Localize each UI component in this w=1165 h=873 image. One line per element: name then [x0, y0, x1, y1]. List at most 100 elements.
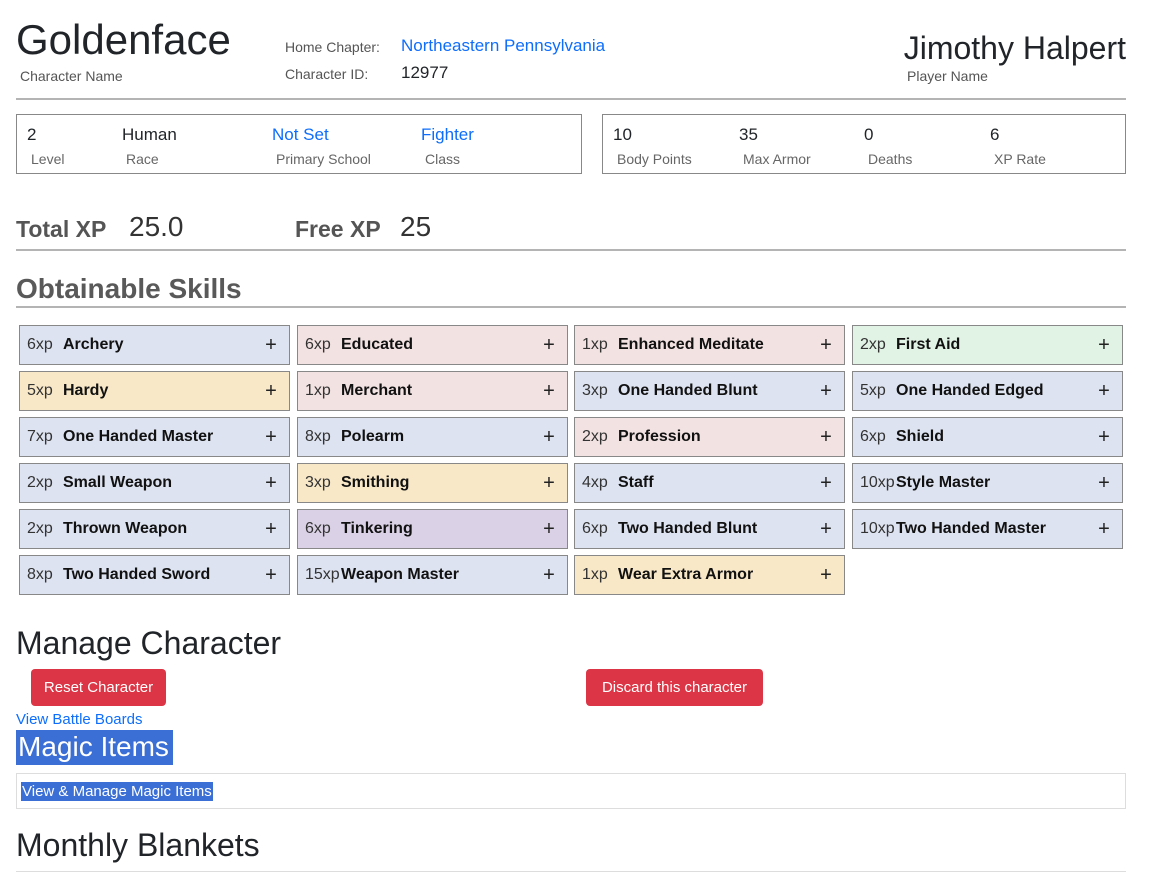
monthly-blankets-heading: Monthly Blankets — [16, 827, 260, 863]
skill-shield[interactable]: 6xp Shield + — [852, 417, 1123, 457]
plus-icon[interactable]: + — [1094, 334, 1114, 357]
plus-icon[interactable]: + — [261, 472, 281, 495]
skill-name: Polearm — [341, 428, 405, 445]
skill-hardy[interactable]: 5xp Hardy + — [19, 371, 290, 411]
plus-icon[interactable]: + — [1094, 472, 1114, 495]
plus-icon[interactable]: + — [816, 564, 836, 587]
plus-icon[interactable]: + — [1094, 518, 1114, 541]
skill-two-handed-master[interactable]: 10xp Two Handed Master + — [852, 509, 1123, 549]
class-label: Class — [425, 151, 461, 167]
deaths-value: 0 — [864, 125, 874, 144]
skill-name: One Handed Master — [63, 428, 214, 445]
skill-educated[interactable]: 6xp Educated + — [297, 325, 568, 365]
skill-cost: 6xp — [305, 520, 331, 537]
skill-cost: 2xp — [27, 520, 53, 537]
skill-cost: 6xp — [27, 336, 53, 353]
plus-icon[interactable]: + — [1094, 380, 1114, 403]
manage-character-heading: Manage Character — [16, 625, 282, 661]
skill-name: Hardy — [63, 382, 109, 399]
skill-style-master[interactable]: 10xp Style Master + — [852, 463, 1123, 503]
skill-cost: 5xp — [860, 382, 886, 399]
skill-cost: 3xp — [582, 382, 608, 399]
body-points-value: 10 — [613, 125, 632, 144]
player-name-label: Player Name — [907, 68, 988, 84]
home-chapter-label: Home Chapter: — [285, 39, 380, 55]
character-name-label: Character Name — [20, 68, 123, 84]
free-xp-value: 25 — [400, 211, 432, 242]
plus-icon[interactable]: + — [816, 472, 836, 495]
skill-polearm[interactable]: 8xp Polearm + — [297, 417, 568, 457]
plus-icon[interactable]: + — [816, 426, 836, 449]
skill-smithing[interactable]: 3xp Smithing + — [297, 463, 568, 503]
view-manage-magic-items-link[interactable]: View & Manage Magic Items — [21, 782, 213, 801]
skill-cost: 6xp — [305, 336, 331, 353]
skill-first-aid[interactable]: 2xp First Aid + — [852, 325, 1123, 365]
home-chapter-link[interactable]: Northeastern Pennsylvania — [401, 36, 605, 56]
level-value: 2 — [27, 125, 37, 144]
plus-icon[interactable]: + — [539, 564, 559, 587]
plus-icon[interactable]: + — [816, 334, 836, 357]
combat-stats-box: 10 Body Points 35 Max Armor 0 Deaths 6 X… — [602, 114, 1126, 174]
primary-school-link[interactable]: Not Set — [272, 125, 329, 145]
skill-name: First Aid — [896, 336, 961, 353]
obtainable-skills-heading: Obtainable Skills — [16, 273, 242, 304]
skill-wear-extra-armor[interactable]: 1xp Wear Extra Armor + — [574, 555, 845, 595]
character-stats-box: 2 Level Human Race Not Set Primary Schoo… — [16, 114, 582, 174]
skill-two-handed-blunt[interactable]: 6xp Two Handed Blunt + — [574, 509, 845, 549]
class-link[interactable]: Fighter — [421, 125, 474, 145]
plus-icon[interactable]: + — [261, 426, 281, 449]
character-id-value: 12977 — [401, 63, 449, 82]
view-battle-boards-link[interactable]: View Battle Boards — [16, 711, 142, 728]
skill-thrown-weapon[interactable]: 2xp Thrown Weapon + — [19, 509, 290, 549]
skill-name: Weapon Master — [341, 566, 459, 583]
skill-enhanced-meditate[interactable]: 1xp Enhanced Meditate + — [574, 325, 845, 365]
plus-icon[interactable]: + — [261, 518, 281, 541]
skill-merchant[interactable]: 1xp Merchant + — [297, 371, 568, 411]
skill-weapon-master[interactable]: 15xp Weapon Master + — [297, 555, 568, 595]
skill-name: Wear Extra Armor — [618, 566, 754, 583]
plus-icon[interactable]: + — [261, 380, 281, 403]
skill-one-handed-blunt[interactable]: 3xp One Handed Blunt + — [574, 371, 845, 411]
plus-icon[interactable]: + — [539, 472, 559, 495]
plus-icon[interactable]: + — [816, 518, 836, 541]
skill-tinkering[interactable]: 6xp Tinkering + — [297, 509, 568, 549]
skill-archery[interactable]: 6xp Archery + — [19, 325, 290, 365]
plus-icon[interactable]: + — [539, 380, 559, 403]
skill-name: One Handed Edged — [896, 382, 1044, 399]
skill-cost: 8xp — [27, 566, 53, 583]
skill-cost: 1xp — [582, 336, 608, 353]
plus-icon[interactable]: + — [1094, 426, 1114, 449]
skill-one-handed-edged[interactable]: 5xp One Handed Edged + — [852, 371, 1123, 411]
skill-name: Profession — [618, 428, 701, 445]
header-divider — [16, 98, 1126, 100]
skill-cost: 10xp — [860, 474, 895, 491]
skill-cost: 1xp — [582, 566, 608, 583]
skill-staff[interactable]: 4xp Staff + — [574, 463, 845, 503]
plus-icon[interactable]: + — [261, 564, 281, 587]
magic-items-heading: Magic Items — [16, 730, 173, 765]
skill-two-handed-sword[interactable]: 8xp Two Handed Sword + — [19, 555, 290, 595]
skill-cost: 15xp — [305, 566, 340, 583]
skill-name: One Handed Blunt — [618, 382, 758, 399]
plus-icon[interactable]: + — [816, 380, 836, 403]
plus-icon[interactable]: + — [539, 518, 559, 541]
skill-cost: 7xp — [27, 428, 53, 445]
skill-cost: 6xp — [582, 520, 608, 537]
discard-character-button[interactable]: Discard this character — [586, 669, 763, 706]
skill-small-weapon[interactable]: 2xp Small Weapon + — [19, 463, 290, 503]
magic-items-panel: View & Manage Magic Items — [16, 773, 1126, 809]
plus-icon[interactable]: + — [539, 334, 559, 357]
skill-name: Shield — [896, 428, 945, 445]
skill-one-handed-master[interactable]: 7xp One Handed Master + — [19, 417, 290, 457]
free-xp-label: Free XP — [295, 216, 381, 242]
player-name: Jimothy Halpert — [903, 30, 1126, 66]
plus-icon[interactable]: + — [539, 426, 559, 449]
race-value: Human — [122, 125, 177, 144]
body-points-label: Body Points — [617, 151, 692, 167]
skill-profession[interactable]: 2xp Profession + — [574, 417, 845, 457]
max-armor-value: 35 — [739, 125, 758, 144]
plus-icon[interactable]: + — [261, 334, 281, 357]
reset-character-button[interactable]: Reset Character — [31, 669, 166, 706]
max-armor-label: Max Armor — [743, 151, 811, 167]
total-xp-value: 25.0 — [129, 211, 184, 242]
